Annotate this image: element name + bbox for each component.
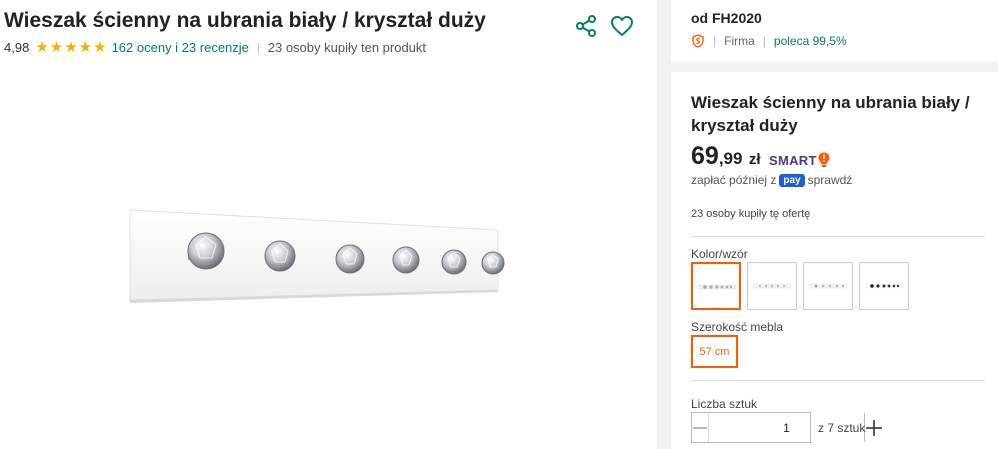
seller-meta: | Firma | poleca 99,5% — [691, 34, 847, 48]
hook — [392, 246, 420, 274]
product-gallery-panel: Wieszak ścienny na ubrania biały / krysz… — [0, 0, 657, 449]
variant-thumbnail — [864, 283, 904, 289]
quantity-label: Liczba sztuk — [691, 397, 758, 411]
offer-buyers: 23 osoby kupiły tę ofertę — [691, 208, 811, 220]
reviews-link[interactable]: 162 oceny i 23 recenzje — [112, 40, 249, 55]
price: 69,99 zł — [691, 142, 761, 171]
width-option[interactable]: 57 cm — [691, 335, 738, 368]
price-decimal: ,99 — [718, 149, 743, 168]
divider: | — [762, 34, 766, 48]
variant-option-4[interactable] — [859, 262, 909, 310]
plus-icon — [866, 419, 882, 436]
star-icon: ★ — [78, 38, 93, 56]
decrement-button[interactable] — [692, 413, 709, 442]
hook — [335, 244, 365, 274]
hook — [481, 251, 505, 275]
pay-later-row: zapłać później z pay sprawdź — [691, 173, 852, 187]
quantity-available: z 7 sztuk — [818, 421, 866, 435]
star-icon: ★ — [49, 38, 64, 56]
pay-later-text: zapłać później z — [691, 173, 777, 187]
super-seller-icon — [692, 34, 704, 48]
star-icon: ★ — [35, 38, 49, 56]
width-label: Szerokość mebla — [691, 320, 784, 334]
minus-icon — [693, 426, 707, 429]
variant-thumbnail — [808, 283, 848, 289]
price-integer: 69 — [691, 142, 719, 170]
hook — [187, 232, 225, 270]
hook — [264, 240, 296, 272]
pay-later-link[interactable]: sprawdź — [808, 173, 853, 187]
product-title: Wieszak ścienny na ubrania biały / krysz… — [4, 9, 486, 32]
share-icon[interactable] — [574, 14, 598, 38]
rating-stars: ★ ★ ★ ★ ★ — [35, 38, 107, 56]
buyers-count: 23 osoby kupiły ten produkt — [267, 40, 427, 55]
color-label: Kolor/wzór — [691, 247, 748, 261]
seller-type: Firma — [724, 34, 755, 48]
seller-name[interactable]: od FH2020 — [691, 10, 762, 26]
variant-option-1[interactable] — [691, 262, 741, 310]
star-icon: ★ — [64, 38, 78, 56]
increment-button[interactable] — [864, 413, 883, 442]
buy-box: Wieszak ścienny na ubrania biały / krysz… — [671, 82, 998, 449]
seller-box: od FH2020 | Firma | poleca 99,5% — [671, 0, 998, 72]
seller-recommend[interactable]: poleca 99,5% — [774, 34, 847, 48]
divider: | — [713, 34, 717, 48]
panel-gap — [657, 0, 671, 449]
divider — [691, 380, 985, 381]
hook — [441, 249, 467, 275]
smart-badge[interactable]: SMART — [769, 152, 830, 168]
star-icon: ★ — [93, 38, 107, 56]
rating-row: 4,98 ★ ★ ★ ★ ★ 162 oceny i 23 recenzje |… — [4, 38, 427, 56]
variant-option-2[interactable] — [747, 262, 797, 310]
divider: | — [256, 41, 260, 54]
quantity-stepper — [691, 412, 882, 443]
variant-thumbnail — [697, 284, 737, 290]
product-image[interactable] — [120, 200, 520, 310]
offer-title: Wieszak ścienny na ubrania biały / krysz… — [691, 93, 970, 135]
rating-value: 4,98 — [4, 40, 30, 55]
heart-icon[interactable] — [610, 14, 634, 38]
divider — [691, 236, 985, 237]
variant-option-3[interactable] — [803, 262, 853, 310]
smart-label: SMART — [769, 152, 817, 168]
pay-badge: pay — [779, 173, 805, 187]
smart-bulb-icon — [818, 152, 830, 168]
variant-thumbnail — [752, 283, 792, 289]
price-currency: zł — [748, 151, 761, 168]
